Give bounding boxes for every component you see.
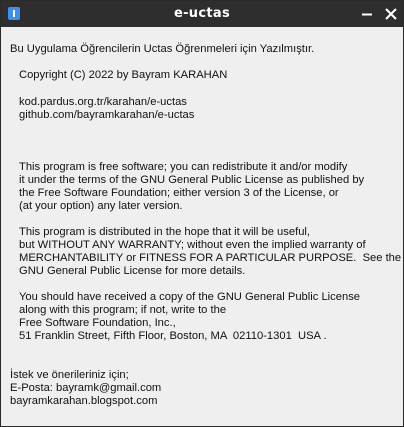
close-icon <box>385 8 397 20</box>
license-line: You should have received a copy of the G… <box>19 291 361 303</box>
license-line: but WITHOUT ANY WARRANTY; without even t… <box>19 239 366 251</box>
license-line: 51 Franklin Street, Fifth Floor, Boston,… <box>19 330 327 342</box>
repo-link-github[interactable]: github.com/bayramkarahan/e-uctas <box>19 109 194 122</box>
license-line: it under the terms of the GNU General Pu… <box>19 174 365 186</box>
license-line: (at your option) any later version. <box>19 200 183 212</box>
contact-heading: İstek ve önerileriniz için; <box>10 369 129 381</box>
license-line: MERCHANTABILITY or FITNESS FOR A PARTICU… <box>19 252 402 264</box>
license-line: Free Software Foundation, Inc., <box>19 317 176 329</box>
license-line: along with this program; if not, write t… <box>19 304 227 316</box>
copyright-text: Copyright (C) 2022 by Bayram KARAHAN <box>19 69 228 81</box>
license-line: GNU General Public License for more deta… <box>19 265 246 277</box>
close-button[interactable] <box>381 4 401 24</box>
contact-email[interactable]: E-Posta: bayramk@gmail.com <box>10 382 161 395</box>
minimize-button[interactable] <box>357 4 377 24</box>
license-line: This program is distributed in the hope … <box>19 226 311 238</box>
license-line: the Free Software Foundation; either ver… <box>19 187 339 199</box>
minimize-icon <box>362 13 372 16</box>
contact-blog[interactable]: bayramkarahan.blogspot.com <box>10 395 157 408</box>
intro-text: Bu Uygulama Öğrencilerin Uctas Öğrenmele… <box>10 43 315 55</box>
repo-link-pardus[interactable]: kod.pardus.org.tr/karahan/e-uctas <box>19 96 187 109</box>
about-window: e-uctas Bu Uygulama Öğrencilerin Uctas Ö… <box>0 0 404 427</box>
about-text-area: Bu Uygulama Öğrencilerin Uctas Öğrenmele… <box>2 27 402 425</box>
window-title: e-uctas <box>174 6 230 21</box>
title-bar[interactable]: e-uctas <box>1 1 403 27</box>
license-line: This program is free software; you can r… <box>19 161 348 173</box>
